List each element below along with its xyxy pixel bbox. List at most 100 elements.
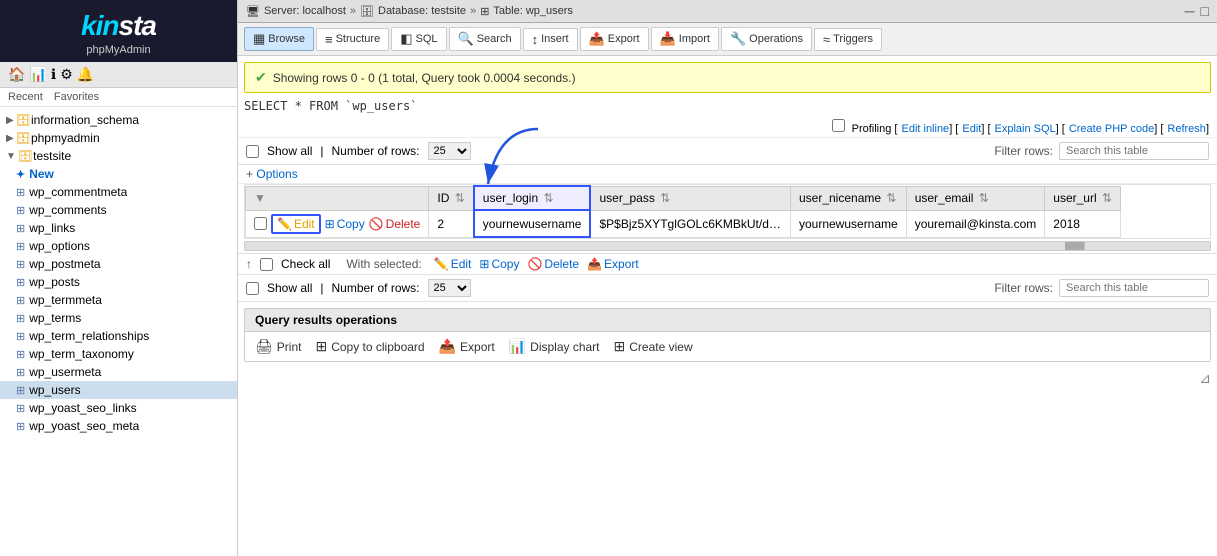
resize-handle-area: ⊿ bbox=[238, 368, 1217, 389]
breadcrumb-server[interactable]: Server: localhost bbox=[264, 5, 346, 17]
maximize-button[interactable]: □ bbox=[1201, 3, 1209, 19]
check-all-checkbox[interactable] bbox=[260, 258, 273, 271]
export-icon: 📤 bbox=[589, 31, 605, 47]
search-table-input-top[interactable] bbox=[1059, 142, 1209, 160]
show-all-checkbox-bottom[interactable] bbox=[246, 282, 259, 295]
sidebar-item-new[interactable]: ✦ New bbox=[0, 165, 237, 183]
with-selected-delete-link[interactable]: 🚫 Delete bbox=[527, 257, 579, 271]
qr-copy-clipboard-label: Copy to clipboard bbox=[331, 340, 424, 354]
favorites-link[interactable]: Favorites bbox=[54, 91, 99, 103]
col-user_login[interactable]: user_login ⇅ bbox=[474, 186, 591, 210]
options-bottom-left: Show all | Number of rows: 25 50 100 bbox=[246, 279, 471, 297]
horizontal-scrollbar[interactable] bbox=[244, 241, 1211, 251]
table-icon: ⊞ bbox=[16, 384, 25, 397]
search-table-input-bottom[interactable] bbox=[1059, 279, 1209, 297]
qr-export-link[interactable]: 📤 Export bbox=[439, 338, 495, 355]
minimize-button[interactable]: ─ bbox=[1185, 3, 1195, 19]
tab-export[interactable]: 📤 Export bbox=[580, 27, 649, 51]
options-top-bar: Show all | Number of rows: 25 50 100 Fil… bbox=[238, 138, 1217, 165]
resize-icon[interactable]: ⊿ bbox=[1199, 370, 1211, 386]
sidebar-item-testsite[interactable]: ▼ 🗄 testsite bbox=[0, 147, 237, 165]
col-user_nicename[interactable]: user_nicename ⇅ bbox=[790, 186, 906, 210]
table-icon: ⊞ bbox=[16, 240, 25, 253]
sidebar-item-wp_yoast_seo_links[interactable]: ⊞ wp_yoast_seo_links bbox=[0, 399, 237, 417]
home-icon[interactable]: 🏠 bbox=[8, 66, 25, 83]
tab-operations[interactable]: 🔧 Operations bbox=[721, 27, 812, 51]
delete-icon-bottom: 🚫 bbox=[527, 257, 542, 271]
delete-button[interactable]: 🚫 Delete bbox=[369, 217, 421, 231]
refresh-link[interactable]: Refresh bbox=[1167, 123, 1206, 135]
sidebar-item-wp_term_relationships[interactable]: ⊞ wp_term_relationships bbox=[0, 327, 237, 345]
sidebar-item-label: wp_termmeta bbox=[29, 293, 102, 307]
row-checkbox[interactable] bbox=[254, 217, 267, 230]
qr-print-link[interactable]: 🖨 Print bbox=[255, 338, 301, 355]
tab-insert[interactable]: ↕ Insert bbox=[523, 28, 578, 51]
edit-button[interactable]: ✏️ Edit bbox=[271, 214, 321, 234]
col-user_pass-label: user_pass bbox=[599, 191, 654, 205]
col-actions: ▼ bbox=[246, 186, 429, 210]
sidebar-item-wp_terms[interactable]: ⊞ wp_terms bbox=[0, 309, 237, 327]
chart-icon[interactable]: 📊 bbox=[29, 66, 46, 83]
qr-display-chart-label: Display chart bbox=[530, 340, 599, 354]
edit-inline-link[interactable]: Edit inline bbox=[901, 123, 949, 135]
tab-sql[interactable]: ◧ SQL bbox=[391, 27, 446, 51]
qr-operations-header: Query results operations bbox=[245, 309, 1210, 332]
breadcrumb-server-icon: 🖥 bbox=[246, 5, 260, 18]
show-all-label: Show all bbox=[267, 144, 312, 158]
copy-icon: ⊞ bbox=[325, 217, 335, 231]
info-icon[interactable]: ℹ bbox=[51, 66, 56, 83]
sidebar-item-wp_commentmeta[interactable]: ⊞ wp_commentmeta bbox=[0, 183, 237, 201]
col-user_url[interactable]: user_url ⇅ bbox=[1045, 186, 1121, 210]
filter-rows-label-bottom: Filter rows: bbox=[994, 281, 1053, 295]
breadcrumb-db[interactable]: Database: testsite bbox=[378, 5, 466, 17]
delete-label: Delete bbox=[386, 217, 421, 231]
tab-triggers[interactable]: ≈ Triggers bbox=[814, 28, 882, 51]
tab-structure[interactable]: ≡ Structure bbox=[316, 28, 389, 51]
data-table-wrapper: ▼ ID ⇅ user_login ⇅ user_pass bbox=[244, 184, 1211, 239]
create-php-code-link[interactable]: Create PHP code bbox=[1069, 123, 1154, 135]
sidebar-item-wp_usermeta[interactable]: ⊞ wp_usermeta bbox=[0, 363, 237, 381]
sidebar-item-information_schema[interactable]: ▶ 🗄 information_schema bbox=[0, 111, 237, 129]
qr-create-view-link[interactable]: ⊞ Create view bbox=[614, 338, 693, 355]
col-user_pass[interactable]: user_pass ⇅ bbox=[590, 186, 790, 210]
tab-browse[interactable]: ▦ Browse bbox=[244, 27, 314, 51]
sidebar-item-wp_posts[interactable]: ⊞ wp_posts bbox=[0, 273, 237, 291]
breadcrumb-table[interactable]: Table: wp_users bbox=[493, 5, 573, 17]
recent-link[interactable]: Recent bbox=[8, 91, 43, 103]
sidebar-item-wp_users[interactable]: ⊞ wp_users bbox=[0, 381, 237, 399]
breadcrumb-sep1: » bbox=[350, 5, 356, 17]
sidebar-item-phpmyadmin[interactable]: ▶ 🗄 phpmyadmin bbox=[0, 129, 237, 147]
sidebar-item-wp_yoast_seo_meta[interactable]: ⊞ wp_yoast_seo_meta bbox=[0, 417, 237, 435]
rows-select-top[interactable]: 25 50 100 bbox=[428, 142, 471, 160]
show-all-checkbox[interactable] bbox=[246, 145, 259, 158]
rows-select-bottom[interactable]: 25 50 100 bbox=[428, 279, 471, 297]
qr-copy-clipboard-link[interactable]: ⊞ Copy to clipboard bbox=[315, 338, 424, 355]
tab-search[interactable]: 🔍 Search bbox=[449, 27, 521, 51]
with-selected-export-link[interactable]: 📤 Export bbox=[587, 257, 639, 271]
qr-export-icon: 📤 bbox=[439, 338, 456, 355]
col-id[interactable]: ID ⇅ bbox=[429, 186, 474, 210]
db-icon: 🗄 bbox=[16, 131, 31, 145]
with-selected-edit-link[interactable]: ✏️ Edit bbox=[434, 257, 472, 271]
edit-link[interactable]: Edit bbox=[962, 123, 981, 135]
profiling-checkbox[interactable] bbox=[832, 119, 845, 132]
breadcrumb: 🖥 Server: localhost » 🗄 Database: testsi… bbox=[246, 5, 573, 18]
tab-import[interactable]: 📥 Import bbox=[651, 27, 719, 51]
sidebar-item-wp_postmeta[interactable]: ⊞ wp_postmeta bbox=[0, 255, 237, 273]
options-link[interactable]: Options bbox=[256, 167, 297, 181]
explain-sql-link[interactable]: Explain SQL bbox=[995, 123, 1056, 135]
with-selected-copy-link[interactable]: ⊞ Copy bbox=[479, 257, 519, 271]
sidebar-item-wp_termmeta[interactable]: ⊞ wp_termmeta bbox=[0, 291, 237, 309]
col-user_email[interactable]: user_email ⇅ bbox=[906, 186, 1045, 210]
sidebar-item-wp_options[interactable]: ⊞ wp_options bbox=[0, 237, 237, 255]
sidebar-item-wp_term_taxonomy[interactable]: ⊞ wp_term_taxonomy bbox=[0, 345, 237, 363]
display-chart-icon: 📊 bbox=[509, 338, 526, 355]
sidebar-item-wp_comments[interactable]: ⊞ wp_comments bbox=[0, 201, 237, 219]
main-panel: 🖥 Server: localhost » 🗄 Database: testsi… bbox=[238, 0, 1217, 556]
copy-button[interactable]: ⊞ Copy bbox=[325, 217, 365, 231]
options-bottom-right: Filter rows: bbox=[994, 279, 1209, 297]
sidebar-item-wp_links[interactable]: ⊞ wp_links bbox=[0, 219, 237, 237]
settings-icon[interactable]: ⚙ bbox=[60, 66, 73, 83]
qr-display-chart-link[interactable]: 📊 Display chart bbox=[509, 338, 600, 355]
bell-icon[interactable]: 🔔 bbox=[77, 66, 94, 83]
